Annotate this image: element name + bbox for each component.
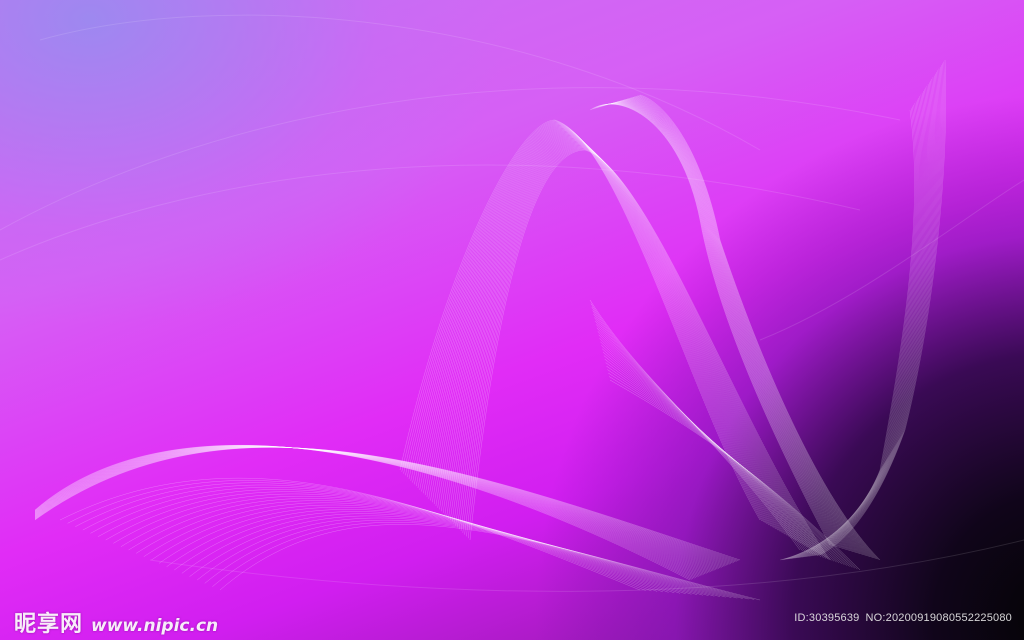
wave-line <box>601 103 842 549</box>
wave-line <box>405 122 766 524</box>
wave-line <box>622 99 864 555</box>
watermark-no: NO:20200919080552225080 <box>865 612 1012 624</box>
watermark-brand: 昵享网 www.nipic.cn <box>14 606 218 638</box>
wave-line <box>406 122 768 525</box>
arc-line <box>0 164 861 261</box>
wave-line <box>618 100 859 554</box>
wave-line <box>595 103 836 547</box>
wave-line <box>97 489 669 593</box>
wave-line <box>782 106 917 560</box>
wave-line <box>415 126 777 530</box>
wave-line <box>614 101 855 553</box>
arc-line <box>759 179 1024 341</box>
background-image: 昵享网 www.nipic.cn ID:30395639 NO:20200919… <box>0 0 1024 640</box>
wave-line <box>120 495 686 595</box>
watermark-url: www.nipic.cn <box>91 616 219 636</box>
wave-line <box>34 446 728 566</box>
wave-line <box>75 482 652 592</box>
watermark-id: ID:30395639 <box>794 612 860 624</box>
wave-line <box>105 491 675 594</box>
arc-line <box>149 539 1024 592</box>
wave-line <box>90 487 663 593</box>
wave-band-far-right <box>779 59 946 561</box>
wave-line <box>807 75 937 557</box>
watermark-ids: ID:30395639 NO:20200919080552225080 <box>794 612 1012 624</box>
wave-line <box>800 84 931 558</box>
arc-line <box>0 87 901 231</box>
wave-line <box>412 125 773 528</box>
wave-line <box>423 129 784 534</box>
wave-line <box>604 102 845 550</box>
watermark-brand-name: 昵享网 <box>14 612 84 637</box>
wave-line <box>608 102 849 551</box>
wave-line <box>597 103 838 548</box>
wave-lines-decoration <box>0 14 1024 601</box>
wave-line <box>410 124 771 527</box>
wave-line <box>779 109 915 561</box>
wave-line <box>781 108 916 561</box>
wave-line <box>419 128 780 532</box>
wave-line <box>399 119 761 521</box>
soft-arcs <box>0 14 1024 592</box>
wave-line <box>784 104 918 560</box>
arc-line <box>39 14 761 151</box>
wave-line <box>785 103 919 560</box>
wave-line <box>592 103 834 546</box>
wave-line <box>113 493 681 594</box>
wave-line <box>424 130 786 535</box>
wave-band-right-upper <box>589 94 881 571</box>
wave-band-left <box>34 444 761 601</box>
wave-line <box>625 99 866 556</box>
